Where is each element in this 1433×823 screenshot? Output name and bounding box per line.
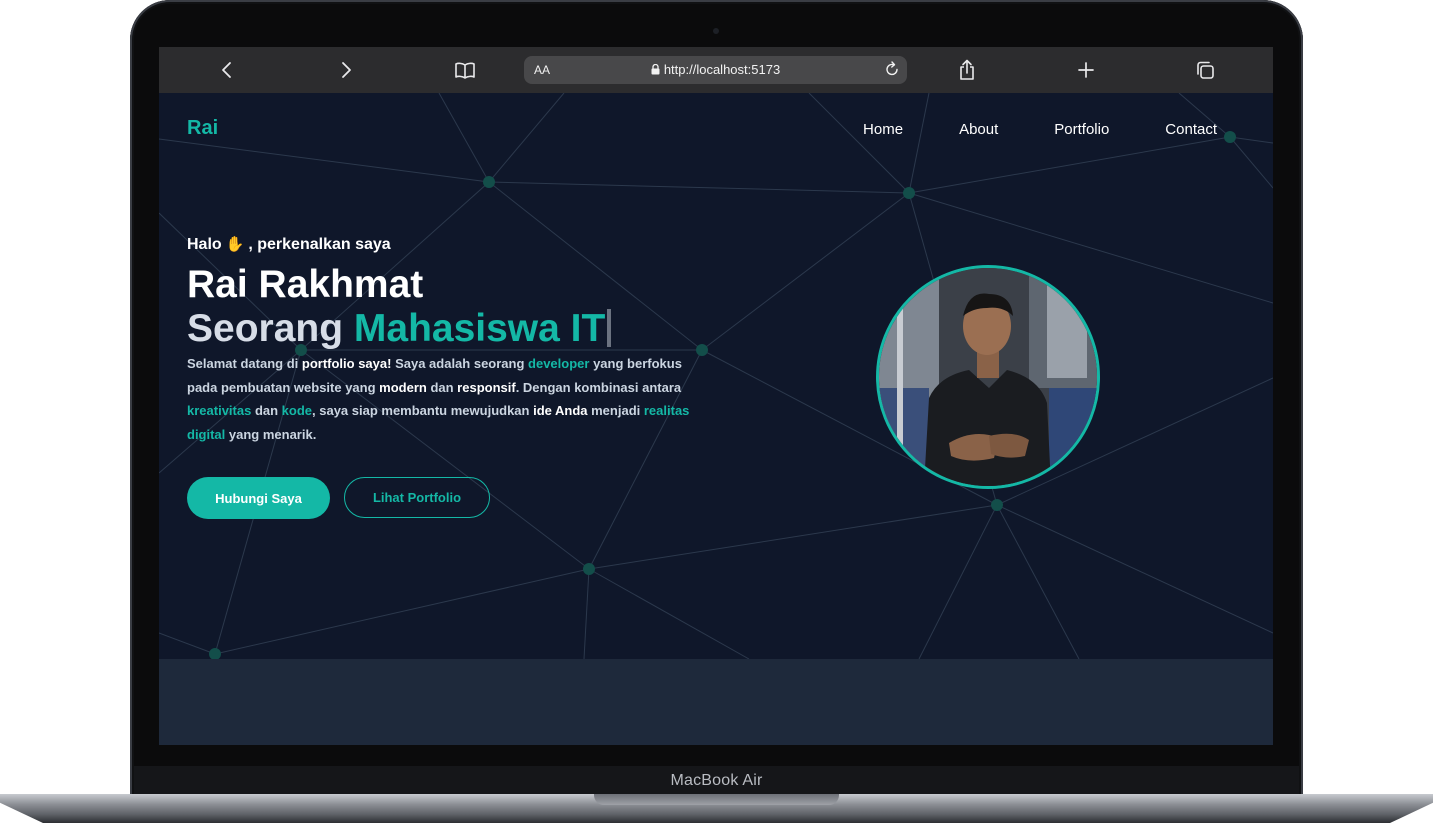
description-fragment: . Dengan kombinasi antara	[515, 379, 682, 395]
description-fragment: ide Anda	[533, 403, 588, 418]
description-fragment: portfolio saya!	[301, 356, 392, 371]
site-logo[interactable]: Rai	[187, 117, 218, 140]
hero-description: Selamat datang di portfolio saya! Saya a…	[187, 352, 715, 446]
book-icon[interactable]	[453, 47, 477, 93]
camera	[713, 28, 719, 34]
description-fragment: menjadi	[587, 403, 644, 418]
lock-icon	[651, 63, 660, 75]
browser-toolbar: AA http://localhost:5173	[159, 47, 1273, 93]
nav-home[interactable]: Home	[863, 121, 903, 138]
nav-about[interactable]: About	[959, 121, 998, 138]
description-fragment: , saya siap membantu mewujudkan	[312, 403, 534, 418]
typing-cursor	[607, 309, 612, 347]
description-fragment: developer	[528, 356, 590, 371]
hero-subtitle: Seorang Mahasiswa IT	[187, 307, 612, 351]
tabs-icon[interactable]	[1193, 47, 1217, 93]
subtitle-prefix: Seorang	[187, 307, 344, 350]
address-bar[interactable]: AA http://localhost:5173	[524, 56, 907, 84]
url-text: http://localhost:5173	[663, 62, 781, 77]
description-fragment: dan	[426, 379, 458, 395]
about-section-preview	[159, 659, 1273, 745]
greeting-prefix: Halo	[187, 236, 222, 253]
share-icon[interactable]	[955, 47, 979, 93]
hero-section: Rai Home About Portfolio Contact Halo ✋, …	[159, 93, 1273, 659]
description-fragment: Saya adalah seorang	[391, 356, 529, 371]
greeting-suffix: , perkenalkan saya	[248, 236, 391, 253]
description-fragment: modern	[379, 379, 427, 395]
description-fragment: yang menarik.	[225, 426, 317, 442]
url-display: http://localhost:5173	[524, 56, 907, 84]
laptop-notch	[594, 794, 839, 805]
web-page: Rai Home About Portfolio Contact Halo ✋, …	[159, 93, 1273, 745]
laptop-chin: MacBook Air	[134, 766, 1299, 796]
device-label: MacBook Air	[670, 772, 763, 789]
description-fragment: kode	[281, 403, 313, 418]
description-fragment: dan	[251, 403, 282, 418]
chevron-right-icon[interactable]	[334, 47, 358, 93]
plus-icon[interactable]	[1074, 47, 1098, 93]
subtitle-accent: Mahasiswa IT	[353, 307, 606, 350]
description-fragment: Selamat datang di	[187, 356, 302, 371]
greeting: Halo ✋, perkenalkan saya	[187, 235, 391, 254]
contact-button[interactable]: Hubungi Saya	[187, 477, 330, 519]
hero-name: Rai Rakhmat	[187, 263, 424, 306]
nav-portfolio[interactable]: Portfolio	[1054, 121, 1109, 138]
reload-icon[interactable]	[885, 56, 899, 84]
nav-contact[interactable]: Contact	[1165, 121, 1217, 138]
chevron-left-icon[interactable]	[215, 47, 239, 93]
screen: AA http://localhost:5173 Rai Home About …	[159, 47, 1273, 745]
profile-photo-image	[879, 268, 1097, 486]
description-fragment: responsif	[457, 379, 516, 395]
waving-hand-icon: ✋	[225, 236, 245, 253]
profile-photo	[876, 265, 1100, 489]
view-portfolio-button[interactable]: Lihat Portfolio	[344, 477, 490, 518]
main-nav: Home About Portfolio Contact	[863, 121, 1217, 138]
description-fragment: kreativitas	[187, 403, 252, 418]
